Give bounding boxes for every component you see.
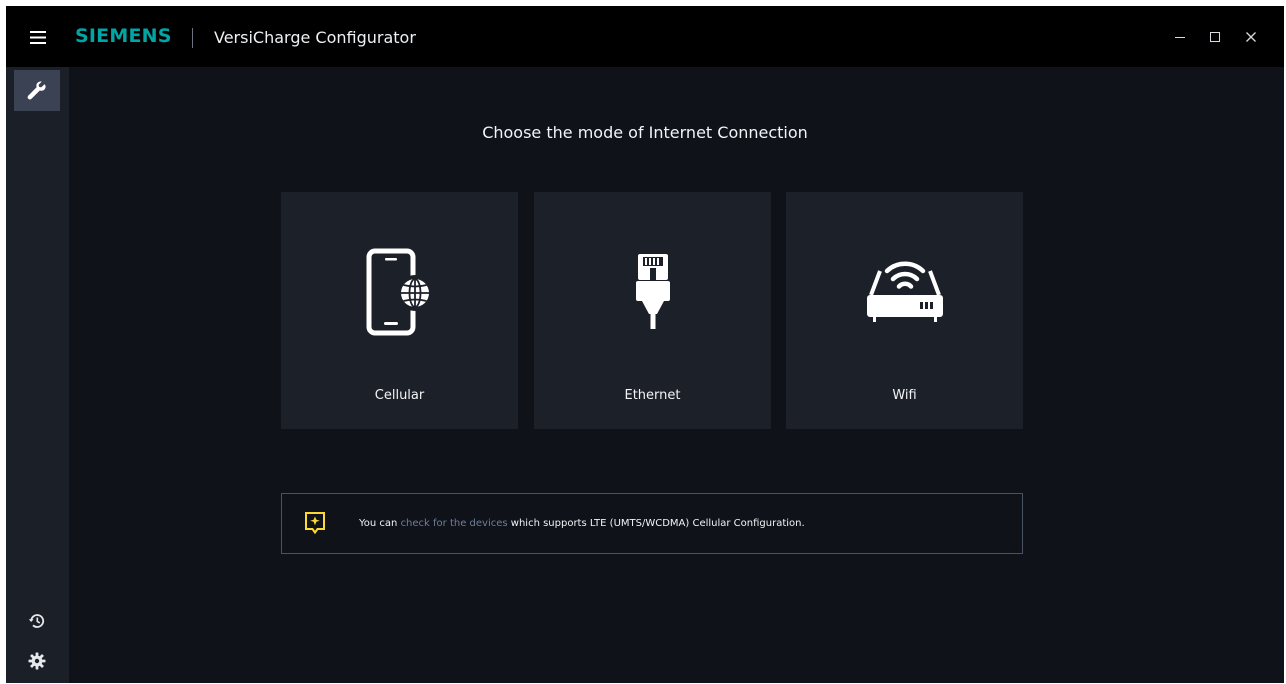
app-title: VersiCharge Configurator <box>214 28 416 47</box>
info-banner: You can check for the devices which supp… <box>281 493 1023 554</box>
card-ethernet[interactable]: Ethernet <box>534 192 771 429</box>
card-wifi[interactable]: Wifi <box>786 192 1023 429</box>
wrench-icon[interactable] <box>14 70 60 111</box>
title-divider <box>192 28 193 48</box>
info-note-icon <box>305 512 325 535</box>
check-devices-link[interactable]: check for the devices <box>401 518 508 529</box>
title-bar: SIEMENS VersiCharge Configurator <box>6 6 1284 67</box>
sidebar <box>6 67 69 683</box>
minimize-icon[interactable] <box>1163 24 1197 50</box>
page-heading: Choose the mode of Internet Connection <box>482 123 808 142</box>
info-prefix: You can <box>359 518 401 529</box>
card-wifi-label: Wifi <box>892 388 917 403</box>
ethernet-plug-icon <box>534 242 771 342</box>
card-ethernet-label: Ethernet <box>624 388 681 403</box>
hamburger-menu-icon[interactable] <box>20 25 56 49</box>
maximize-icon[interactable] <box>1198 24 1232 50</box>
brand-logo: SIEMENS <box>75 25 172 47</box>
close-icon[interactable] <box>1234 24 1268 50</box>
card-cellular-label: Cellular <box>374 388 425 403</box>
cellular-phone-globe-icon <box>281 242 518 342</box>
gear-icon[interactable] <box>14 640 60 681</box>
main-content: Choose the mode of Internet Connection C… <box>69 67 1284 683</box>
info-suffix: which supports LTE (UMTS/WCDMA) Cellular… <box>507 518 805 529</box>
app-window: SIEMENS VersiCharge Configurator Choose … <box>6 6 1284 683</box>
wifi-router-icon <box>786 242 1023 342</box>
card-cellular[interactable]: Cellular <box>281 192 518 429</box>
info-text: You can check for the devices which supp… <box>359 518 805 529</box>
history-icon[interactable] <box>14 600 60 641</box>
